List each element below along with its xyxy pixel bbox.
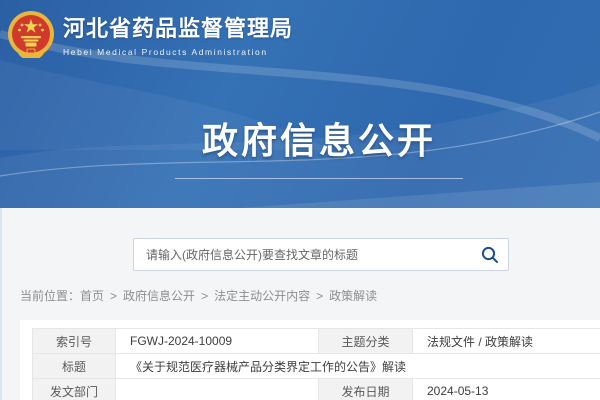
topic-category-value: 法规文件 / 政策解读 [413,329,600,354]
breadcrumb: 当前位置：首页 > 政府信息公开 > 法定主动公开内容 > 政策解读 [20,287,377,304]
banner: 政府信息公开 [0,112,600,179]
title-value: 《关于规范医疗器械产品分类界定工作的公告》解读 [116,354,600,379]
table-row: 发文部门 发布日期 2024-05-13 [33,379,600,400]
search-icon [480,245,500,265]
table-row: 标题 《关于规范医疗器械产品分类界定工作的公告》解读 [33,354,600,379]
issuing-department-label: 发文部门 [33,379,116,400]
search-input[interactable] [134,239,472,270]
breadcrumb-separator: > [201,289,208,303]
search-button[interactable] [472,239,508,270]
topic-category-label: 主题分类 [319,329,413,354]
banner-title: 政府信息公开 [202,112,436,164]
publish-date-value: 2024-05-13 [413,379,600,400]
document-info-card: 索引号 FGWJ-2024-10009 主题分类 法规文件 / 政策解读 标题 … [20,320,600,400]
banner-underline [175,178,463,179]
site-title-chinese: 河北省药品监督管理局 [63,11,293,43]
issuing-department-value [116,379,319,400]
search-bar [133,238,509,271]
title-label: 标题 [33,354,116,379]
breadcrumb-item-statutory-disclosure[interactable]: 法定主动公开内容 [214,289,310,303]
publish-date-label: 发布日期 [319,379,413,400]
breadcrumb-label: 当前位置： [20,289,80,303]
page-header: 河北省药品监督管理局 Hebei Medical Products Admini… [0,0,600,208]
site-title-english: Hebei Medical Products Administration [63,47,293,57]
breadcrumb-item-policy-interpretation[interactable]: 政策解读 [329,289,377,303]
document-info-table: 索引号 FGWJ-2024-10009 主题分类 法规文件 / 政策解读 标题 … [32,328,600,400]
breadcrumb-separator: > [110,289,117,303]
site-brand: 河北省药品监督管理局 Hebei Medical Products Admini… [7,10,293,58]
table-row: 索引号 FGWJ-2024-10009 主题分类 法规文件 / 政策解读 [33,329,600,354]
index-number-label: 索引号 [33,329,116,354]
breadcrumb-item-home[interactable]: 首页 [80,289,104,303]
breadcrumb-separator: > [316,289,323,303]
national-emblem-icon [7,10,55,58]
breadcrumb-item-info-disclosure[interactable]: 政府信息公开 [123,289,195,303]
index-number-value: FGWJ-2024-10009 [116,329,319,354]
content-area: 当前位置：首页 > 政府信息公开 > 法定主动公开内容 > 政策解读 索引号 FGWJ-20… [0,208,600,400]
site-title-group: 河北省药品监督管理局 Hebei Medical Products Admini… [63,11,293,57]
